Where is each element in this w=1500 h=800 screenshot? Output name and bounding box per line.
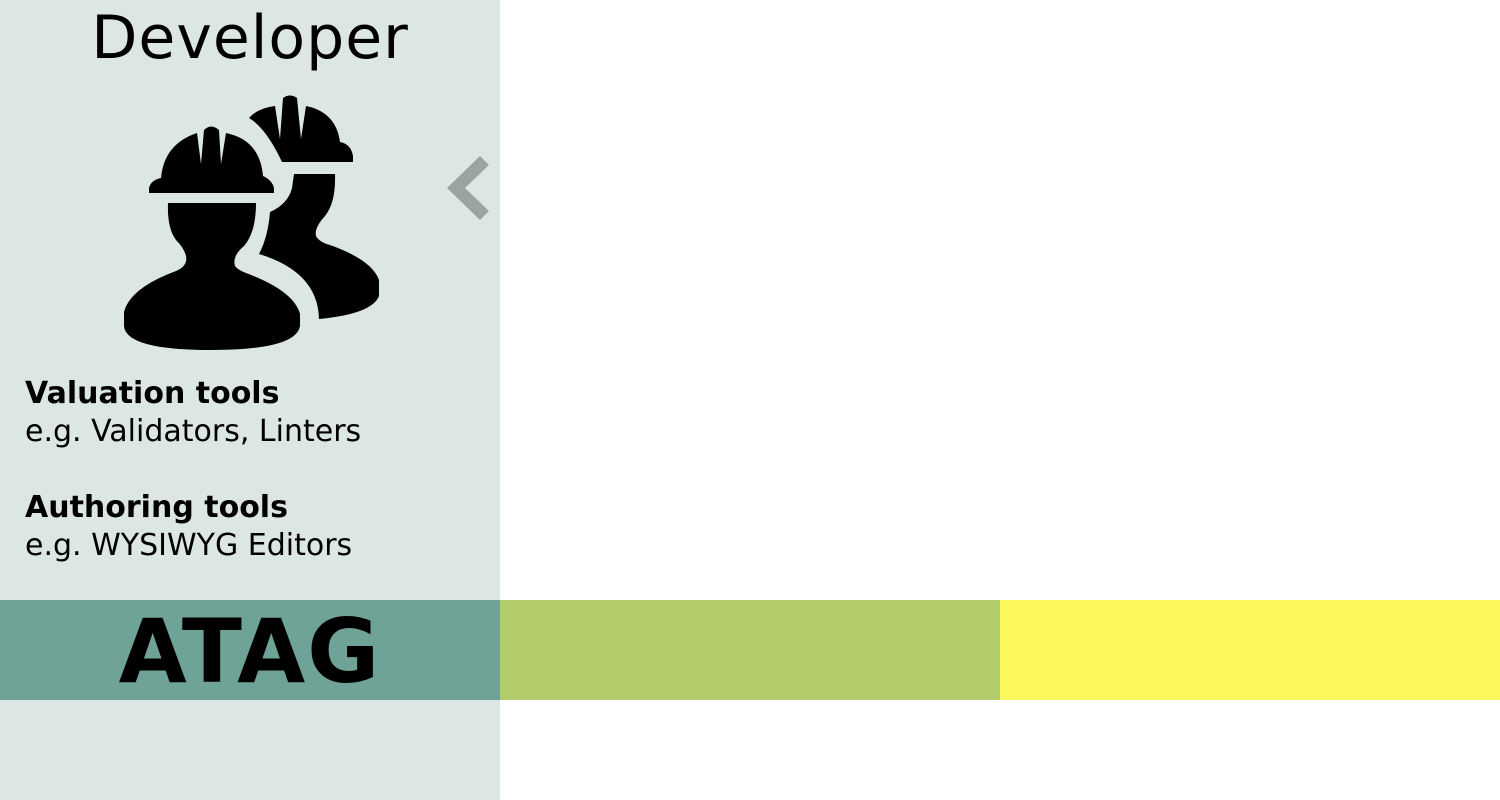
construction-workers-icon [124,95,379,350]
green-band [500,600,1000,700]
tool-item-valuation: Valuation tools e.g. Validators, Linters [25,375,485,451]
atag-band: ATAG [0,600,500,703]
tool-item-authoring: Authoring tools e.g. WYSIWYG Editors [25,489,485,565]
tool-title: Authoring tools [25,490,288,525]
atag-label: ATAG [118,600,382,703]
tool-description: e.g. Validators, Linters [25,414,362,449]
yellow-band [1000,600,1500,700]
chevron-left-icon[interactable] [444,155,492,223]
tool-title: Valuation tools [25,376,280,411]
developer-title: Developer [91,3,409,73]
tool-description: e.g. WYSIWYG Editors [25,528,353,563]
diagram-canvas: Developer Valuation tools e.g. Validator… [0,0,1500,800]
